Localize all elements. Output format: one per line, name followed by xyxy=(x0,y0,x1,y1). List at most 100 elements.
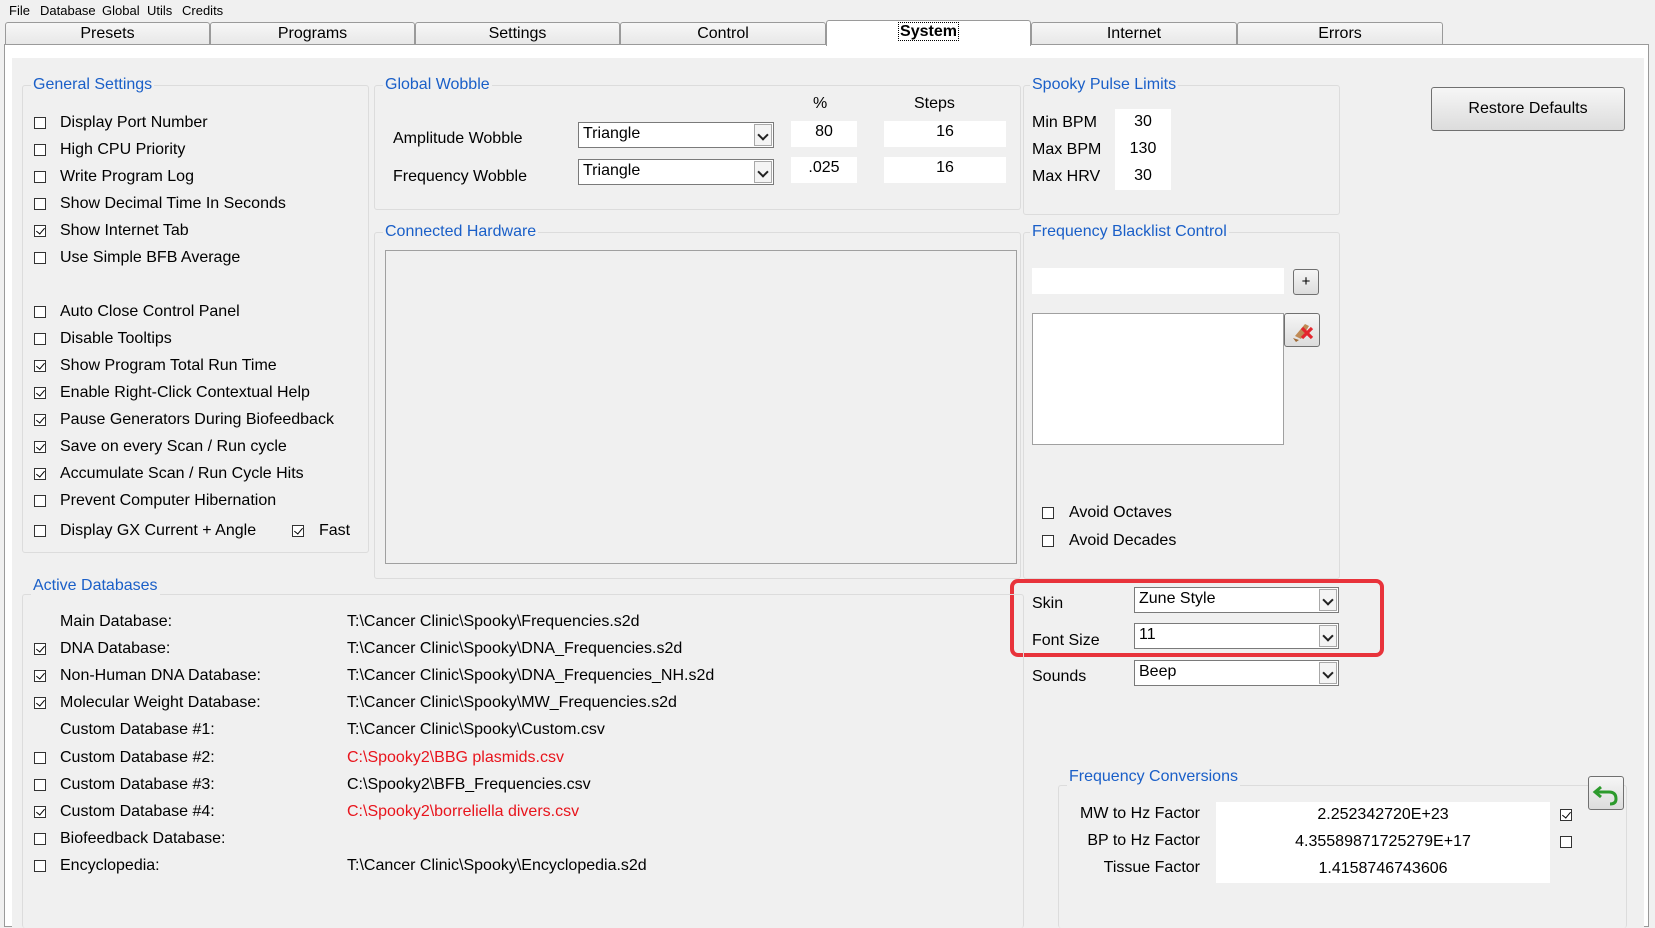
setting-checkbox[interactable] xyxy=(34,468,46,480)
setting-checkbox[interactable] xyxy=(34,306,46,318)
menu-global[interactable]: Global xyxy=(102,3,140,18)
database-checkbox[interactable] xyxy=(34,779,46,791)
setting-label: Show Decimal Time In Seconds xyxy=(60,195,286,212)
conversion-checkbox[interactable] xyxy=(1560,809,1572,821)
setting-label: Auto Close Control Panel xyxy=(60,303,240,320)
blacklist-title: Frequency Blacklist Control xyxy=(1030,223,1229,241)
amplitude-wobble-select[interactable]: Triangle xyxy=(578,122,774,148)
database-path[interactable]: T:\Cancer Clinic\Spooky\MW_Frequencies.s… xyxy=(347,694,677,712)
min-bpm-label: Min BPM xyxy=(1032,114,1097,131)
tab-errors[interactable]: Errors xyxy=(1237,22,1443,44)
max-hrv-label: Max HRV xyxy=(1032,168,1101,185)
setting-checkbox[interactable] xyxy=(34,414,46,426)
tab-internet[interactable]: Internet xyxy=(1031,22,1237,44)
fast-checkbox[interactable] xyxy=(292,525,304,537)
conversion-input[interactable]: 4.35589871725279E+17 xyxy=(1216,829,1550,856)
connected-hardware-title: Connected Hardware xyxy=(383,223,539,241)
amplitude-percent-input[interactable]: 80 xyxy=(791,121,857,147)
setting-label: High CPU Priority xyxy=(60,141,186,158)
frequency-conversions-title: Frequency Conversions xyxy=(1067,768,1240,786)
frequency-wobble-select[interactable]: Triangle xyxy=(578,159,774,185)
setting-checkbox[interactable] xyxy=(34,333,46,345)
database-label: DNA Database: xyxy=(60,640,171,657)
setting-label: Show Internet Tab xyxy=(60,222,189,239)
setting-checkbox[interactable] xyxy=(34,198,46,210)
database-checkbox[interactable] xyxy=(34,860,46,872)
chevron-down-icon[interactable] xyxy=(754,161,772,183)
conversion-input[interactable]: 1.4158746743606 xyxy=(1216,856,1550,883)
menu-file[interactable]: File xyxy=(9,3,30,18)
menu-credits[interactable]: Credits xyxy=(182,3,223,18)
database-label: Biofeedback Database: xyxy=(60,830,226,847)
tab-presets[interactable]: Presets xyxy=(5,22,210,44)
broom-clear-icon xyxy=(1293,324,1314,342)
hardware-list[interactable] xyxy=(385,250,1017,564)
conversion-checkbox[interactable] xyxy=(1560,836,1572,848)
setting-checkbox[interactable] xyxy=(34,171,46,183)
database-checkbox[interactable] xyxy=(34,752,46,764)
database-label: Molecular Weight Database: xyxy=(60,694,261,711)
database-checkbox[interactable] xyxy=(34,806,46,818)
blacklist-input[interactable] xyxy=(1032,268,1284,294)
max-bpm-input[interactable]: 130 xyxy=(1115,136,1171,163)
menu-database[interactable]: Database xyxy=(40,3,96,18)
add-blacklist-button[interactable]: + xyxy=(1293,269,1319,295)
database-path[interactable]: T:\Cancer Clinic\Spooky\DNA_Frequencies.… xyxy=(347,640,682,658)
database-path[interactable]: T:\Cancer Clinic\Spooky\Encyclopedia.s2d xyxy=(347,857,647,875)
conversion-label: Tissue Factor xyxy=(1103,859,1200,876)
database-label: Custom Database #3: xyxy=(60,776,215,793)
database-checkbox[interactable] xyxy=(34,697,46,709)
database-label: Encyclopedia: xyxy=(60,857,160,874)
database-path[interactable]: C:\Spooky2\borreliella divers.csv xyxy=(347,803,579,821)
tab-programs[interactable]: Programs xyxy=(210,22,415,44)
setting-checkbox[interactable] xyxy=(34,525,46,537)
setting-checkbox[interactable] xyxy=(34,225,46,237)
restore-defaults-button[interactable]: Restore Defaults xyxy=(1431,87,1625,131)
active-databases-title: Active Databases xyxy=(31,577,160,595)
blacklist-list[interactable] xyxy=(1032,313,1284,445)
database-label: Non-Human DNA Database: xyxy=(60,667,261,684)
tab-control[interactable]: Control xyxy=(620,22,826,44)
database-label: Main Database: xyxy=(60,613,173,630)
setting-checkbox[interactable] xyxy=(34,441,46,453)
tab-system[interactable]: System xyxy=(826,20,1031,46)
database-checkbox[interactable] xyxy=(34,670,46,682)
database-path[interactable]: T:\Cancer Clinic\Spooky\DNA_Frequencies_… xyxy=(347,667,714,685)
general-settings-title: General Settings xyxy=(31,76,155,94)
undo-conversions-button[interactable] xyxy=(1588,776,1624,810)
setting-checkbox[interactable] xyxy=(34,144,46,156)
avoid-octaves-checkbox[interactable] xyxy=(1042,507,1054,519)
max-bpm-label: Max BPM xyxy=(1032,141,1102,158)
database-path[interactable]: T:\Cancer Clinic\Spooky\Frequencies.s2d xyxy=(347,613,640,631)
database-label: Custom Database #2: xyxy=(60,749,215,766)
setting-checkbox[interactable] xyxy=(34,360,46,372)
setting-label: Save on every Scan / Run cycle xyxy=(60,438,287,455)
amplitude-steps-input[interactable]: 16 xyxy=(884,121,1006,147)
tab-settings[interactable]: Settings xyxy=(415,22,620,44)
chevron-down-icon[interactable] xyxy=(1319,662,1337,684)
menu-bar: File Database Global Utils Credits xyxy=(0,0,1655,20)
setting-checkbox[interactable] xyxy=(34,117,46,129)
setting-label: Enable Right-Click Contextual Help xyxy=(60,384,310,401)
sounds-select[interactable]: Beep xyxy=(1134,660,1339,686)
database-checkbox[interactable] xyxy=(34,643,46,655)
global-wobble-title: Global Wobble xyxy=(383,76,492,94)
menu-utils[interactable]: Utils xyxy=(147,3,172,18)
chevron-down-icon[interactable] xyxy=(754,124,772,146)
database-path[interactable]: T:\Cancer Clinic\Spooky\Custom.csv xyxy=(347,721,605,739)
database-checkbox[interactable] xyxy=(34,833,46,845)
database-path[interactable]: C:\Spooky2\BBG plasmids.csv xyxy=(347,749,564,767)
frequency-wobble-label: Frequency Wobble xyxy=(393,168,527,185)
setting-checkbox[interactable] xyxy=(34,252,46,264)
setting-label: Pause Generators During Biofeedback xyxy=(60,411,334,428)
frequency-steps-input[interactable]: 16 xyxy=(884,157,1006,183)
setting-checkbox[interactable] xyxy=(34,495,46,507)
avoid-decades-checkbox[interactable] xyxy=(1042,535,1054,547)
setting-checkbox[interactable] xyxy=(34,387,46,399)
min-bpm-input[interactable]: 30 xyxy=(1115,109,1171,136)
frequency-percent-input[interactable]: .025 xyxy=(791,157,857,183)
max-hrv-input[interactable]: 30 xyxy=(1115,163,1171,190)
clear-blacklist-button[interactable] xyxy=(1284,313,1320,347)
conversion-input[interactable]: 2.252342720E+23 xyxy=(1216,802,1550,829)
database-path[interactable]: C:\Spooky2\BFB_Frequencies.csv xyxy=(347,776,591,794)
